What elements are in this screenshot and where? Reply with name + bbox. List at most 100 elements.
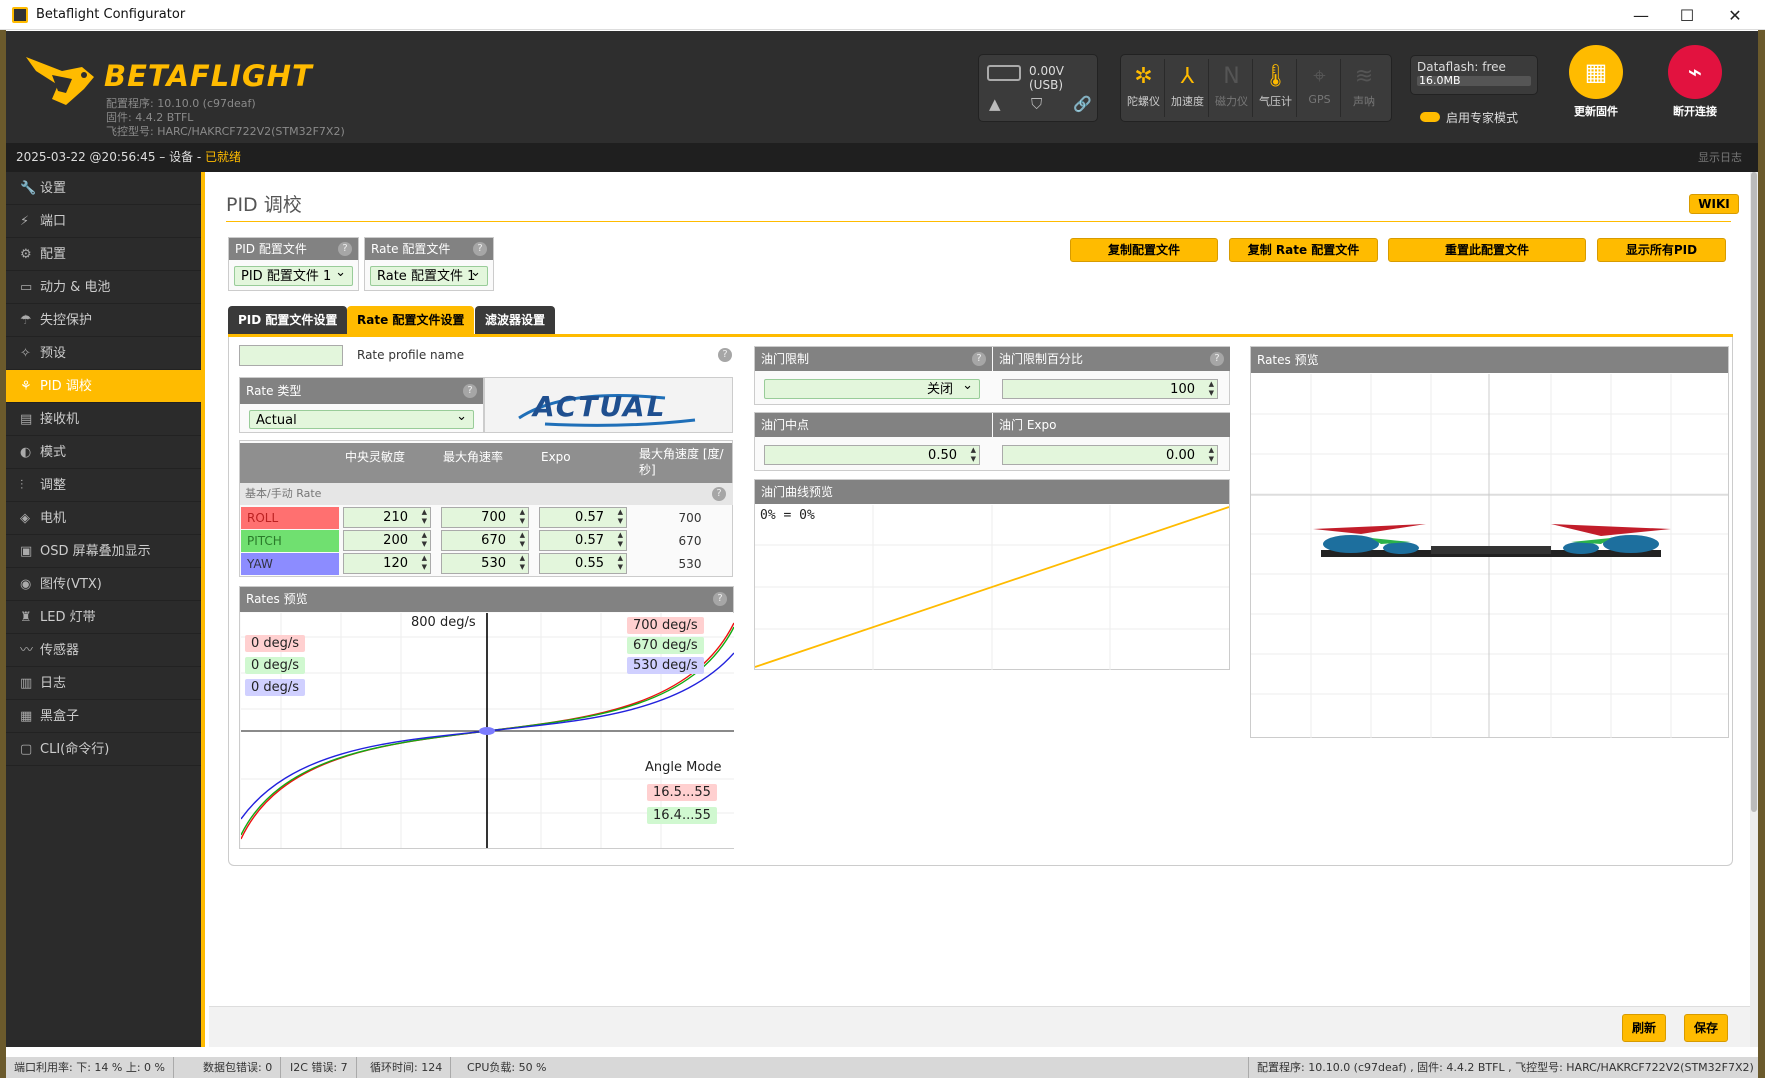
tab-pid-profile-settings[interactable]: PID 配置文件设置	[228, 306, 348, 334]
spinner-icon[interactable]: ▲ ▼	[618, 531, 623, 549]
help-icon[interactable]: ?	[972, 352, 986, 366]
sensor-gyro-label: 陀螺仪	[1127, 95, 1160, 108]
maximize-button[interactable]: ☐	[1664, 0, 1710, 30]
rates-section-label: 基本/手动 Rate	[240, 483, 733, 505]
roll-expo-input[interactable]: 0.57 ▲ ▼	[539, 507, 627, 528]
sidebar-item-blackbox[interactable]: ▦ 黑盒子	[6, 700, 201, 733]
sidebar-item-osd[interactable]: ▣ OSD 屏幕叠加显示	[6, 535, 201, 568]
update-firmware-button[interactable]: ▦ 更新固件	[1551, 45, 1641, 119]
yaw-expo-input[interactable]: 0.55 ▲ ▼	[539, 553, 627, 574]
reset-profile-button[interactable]: 重置此配置文件	[1388, 238, 1586, 262]
spinner-icon[interactable]: ▲ ▼	[1209, 446, 1214, 464]
spinner-icon[interactable]: ▲ ▼	[422, 508, 427, 526]
throttle-limit-pct-input[interactable]: 100 ▲ ▼	[1002, 379, 1218, 399]
pitch-max-rate-input[interactable]: 670 ▲ ▼	[441, 530, 529, 551]
battery-icon	[987, 65, 1021, 81]
spinner-icon[interactable]: ▲ ▼	[520, 531, 525, 549]
col-header-max-rate: 最大角速率	[438, 443, 536, 483]
rate-type-header: Rate 类型?	[240, 378, 483, 404]
spinner-icon[interactable]: ▲ ▼	[618, 508, 623, 526]
spinner-icon[interactable]: ▲ ▼	[618, 554, 623, 572]
yaw-center-input[interactable]: 120 ▲ ▼	[343, 553, 431, 574]
roll-center-input[interactable]: 210 ▲ ▼	[343, 507, 431, 528]
sidebar-item-led-strip[interactable]: ♜ LED 灯带	[6, 601, 201, 634]
rates-3d-preview-label: Rates 预览	[1257, 353, 1319, 367]
spinner-icon[interactable]: ▲ ▼	[971, 446, 976, 464]
help-icon[interactable]: ?	[473, 242, 487, 256]
sidebar-item-pid-tuning[interactable]: ⚘ PID 调校	[6, 370, 201, 403]
sidebar-item-modes[interactable]: ◐ 模式	[6, 436, 201, 469]
sensor-accel-label: 加速度	[1171, 95, 1204, 108]
expert-mode-toggle[interactable]	[1420, 112, 1440, 122]
save-button[interactable]: 保存	[1684, 1014, 1728, 1042]
sidebar-item-sensors[interactable]: 〰传感器	[6, 634, 201, 667]
sidebar-item-receiver[interactable]: ▤ 接收机	[6, 403, 201, 436]
help-icon[interactable]: ?	[1210, 352, 1224, 366]
throttle-expo-input[interactable]: 0.00 ▲ ▼	[1002, 445, 1218, 465]
quad-model-svg	[1251, 374, 1728, 738]
pitch-center-input[interactable]: 200 ▲ ▼	[343, 530, 431, 551]
sidebar-item-adjustments[interactable]: ⫶ 调整	[6, 469, 201, 502]
wiki-button[interactable]: WIKI	[1689, 194, 1739, 214]
copy-rate-profile-button[interactable]: 复制 Rate 配置文件	[1229, 238, 1378, 262]
angle-mode-pitch-value: 16.4...55	[647, 807, 717, 824]
spinner-icon[interactable]: ▲ ▼	[422, 554, 427, 572]
rate-type-select[interactable]: Actual	[249, 407, 474, 429]
sensor-magnetometer: N 磁力仪	[1211, 59, 1253, 117]
throttle-mid-input[interactable]: 0.50 ▲ ▼	[764, 445, 980, 465]
pitch-center-value: 200	[383, 533, 408, 548]
show-log-link[interactable]: 显示日志	[1698, 143, 1742, 172]
accelerometer-icon: ⅄	[1180, 64, 1195, 89]
sidebar-item-logging[interactable]: ▥ 日志	[6, 667, 201, 700]
close-button[interactable]: ✕	[1712, 0, 1758, 30]
refresh-button[interactable]: 刷新	[1622, 1014, 1666, 1042]
pitch-expo-input[interactable]: 0.57 ▲ ▼	[539, 530, 627, 551]
sidebar-item-vtx[interactable]: ◉ 图传(VTX)	[6, 568, 201, 601]
sidebar-item-ports[interactable]: ⚡ 端口	[6, 205, 201, 238]
sidebar-item-configuration[interactable]: ⚙ 配置	[6, 238, 201, 271]
content-scrollbar[interactable]	[1750, 172, 1758, 1047]
sidebar-item-motors[interactable]: ◈ 电机	[6, 502, 201, 535]
pid-profile-select[interactable]: PID 配置文件 1	[234, 263, 353, 286]
sidebar-item-label: 配置	[40, 247, 67, 262]
pid-profile-box: PID 配置文件? PID 配置文件 1	[228, 237, 359, 291]
sensor-gyro: ✲ 陀螺仪	[1123, 59, 1165, 117]
blackbox-icon: ▦	[20, 709, 33, 724]
magic-wand-icon: ✧	[20, 346, 31, 361]
throttle-mid-expo-box: 油门中点 油门 Expo 0.50 ▲ ▼ 0.00 ▲ ▼	[754, 412, 1230, 471]
rates-curve-graph: 800 deg/s 0 deg/s 0 deg/s 0 deg/s 700 de…	[241, 613, 734, 848]
help-icon[interactable]: ?	[712, 487, 726, 501]
tab-rate-profile-settings[interactable]: Rate 配置文件设置	[347, 306, 475, 334]
sidebar-item-failsafe[interactable]: ☂ 失控保护	[6, 304, 201, 337]
throttle-limit-pct-value: 100	[1170, 382, 1195, 397]
yaw-max-rate-input[interactable]: 530 ▲ ▼	[441, 553, 529, 574]
sidebar-item-presets[interactable]: ✧ 预设	[6, 337, 201, 370]
sidebar-item-power[interactable]: ▭ 动力 & 电池	[6, 271, 201, 304]
throttle-curve-svg	[755, 505, 1229, 670]
sidebar-item-setup[interactable]: 🔧 设置	[6, 172, 201, 205]
spinner-icon[interactable]: ▲ ▼	[520, 554, 525, 572]
help-icon[interactable]: ?	[718, 348, 732, 362]
show-all-pids-button[interactable]: 显示所有PID	[1597, 238, 1726, 262]
scrollbar-thumb[interactable]	[1751, 172, 1757, 812]
throttle-limit-select[interactable]: 关闭	[764, 376, 980, 399]
help-icon[interactable]: ?	[338, 242, 352, 256]
dataflash-panel: Dataflash: free 16.0MB	[1410, 55, 1538, 95]
disconnect-button[interactable]: ⌁ 断开连接	[1650, 45, 1740, 119]
window-titlebar: Betaflight Configurator — ☐ ✕	[0, 0, 1765, 30]
bee-logo-icon	[26, 57, 94, 105]
pitch-max-speed: 670	[678, 534, 702, 548]
copy-profile-button[interactable]: 复制配置文件	[1070, 238, 1218, 262]
tab-filter-settings[interactable]: 滤波器设置	[475, 306, 556, 334]
spinner-icon[interactable]: ▲ ▼	[1209, 380, 1214, 398]
minimize-button[interactable]: —	[1618, 0, 1664, 30]
rate-profile-select[interactable]: Rate 配置文件 1	[370, 263, 488, 286]
rate-profile-name-input[interactable]	[239, 345, 343, 366]
sidebar-item-cli[interactable]: ▢ CLI(命令行)	[6, 733, 201, 766]
help-icon[interactable]: ?	[713, 592, 727, 606]
help-icon[interactable]: ?	[463, 384, 477, 398]
roll-max-rate-input[interactable]: 700 ▲ ▼	[441, 507, 529, 528]
spinner-icon[interactable]: ▲ ▼	[422, 531, 427, 549]
spinner-icon[interactable]: ▲ ▼	[520, 508, 525, 526]
sensor-baro-label: 气压计	[1259, 95, 1292, 108]
